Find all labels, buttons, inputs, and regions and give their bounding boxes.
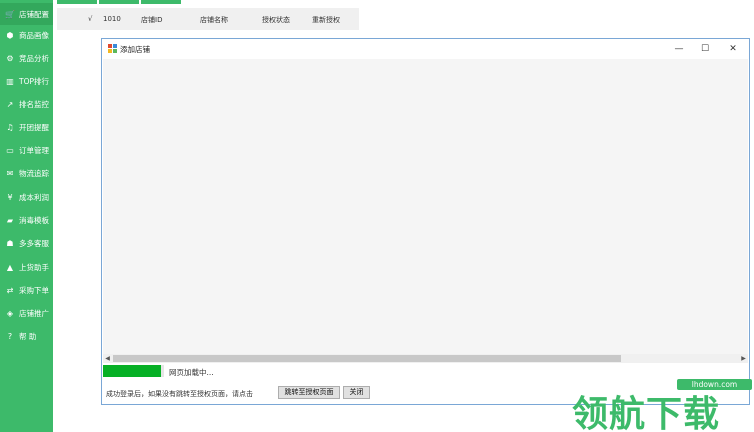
column-auth-status[interactable]: 授权状态 — [262, 15, 290, 25]
cart-icon: 🛒 — [5, 9, 15, 19]
users-icon: ☗ — [6, 238, 14, 248]
sidebar-item-14[interactable]: ◈ 店铺推广 — [0, 302, 53, 324]
sidebar: 🛒 店铺配置 ⬢ 商品画像 ⚙ 竞品分析 ▥ TOP排行 ↗ 排名监控 ♫ 开团提醒 ▭ 订单管理 ✉ 物流追… — [0, 0, 53, 432]
transfer-icon: ⇄ — [6, 285, 14, 295]
sidebar-item-8[interactable]: ✉ 物流追踪 — [0, 162, 53, 184]
web-content-area[interactable] — [103, 59, 748, 354]
bell-icon: ♫ — [6, 122, 14, 132]
help-icon: ? — [7, 331, 13, 341]
sidebar-item-15[interactable]: ? 帮 助 — [0, 325, 53, 347]
sidebar-item-7[interactable]: ▭ 订单管理 — [0, 139, 53, 161]
sidebar-item-label: 成本利润 — [19, 192, 49, 202]
sidebar-item-10[interactable]: ▰ 消毒模板 — [0, 209, 53, 231]
sidebar-item-4[interactable]: ▥ TOP排行 — [0, 70, 53, 92]
sidebar-item-label: 物流追踪 — [19, 168, 49, 178]
dialog-title: 添加店铺 — [120, 45, 150, 54]
app-window: 🛒 店铺配置 ⬢ 商品画像 ⚙ 竞品分析 ▥ TOP排行 ↗ 排名监控 ♫ 开团提醒 ▭ 订单管理 ✉ 物流追… — [0, 0, 754, 432]
sidebar-item-label: 上货助手 — [19, 262, 49, 272]
sidebar-item-9[interactable]: ¥ 成本利润 — [0, 186, 53, 208]
maximize-button[interactable]: ☐ — [698, 42, 712, 56]
sidebar-item-label: 订单管理 — [19, 145, 49, 155]
sidebar-item-label: 店铺配置 — [19, 9, 49, 19]
top-tab-3[interactable] — [141, 0, 181, 4]
top-tab-1[interactable] — [57, 0, 97, 4]
jump-to-auth-button[interactable]: 跳转至授权页面 — [278, 386, 340, 399]
sidebar-item-11[interactable]: ☗ 多多客服 — [0, 232, 53, 254]
box-icon: ⬢ — [6, 30, 14, 40]
top-tab-2[interactable] — [99, 0, 139, 4]
mail-icon: ✉ — [6, 168, 14, 178]
sidebar-item-label: 多多客服 — [19, 238, 49, 248]
close-window-button[interactable]: ✕ — [726, 42, 740, 56]
scroll-left-icon[interactable]: ◀ — [103, 354, 112, 363]
sidebar-item-label: 排名监控 — [19, 99, 49, 109]
column-shop-id[interactable]: 店铺ID — [141, 15, 162, 25]
sidebar-item-label: TOP排行 — [19, 76, 50, 86]
sidebar-item-12[interactable]: ▲ 上货助手 — [0, 256, 53, 278]
sidebar-item-label: 竞品分析 — [19, 53, 49, 63]
book-icon: ▰ — [6, 215, 14, 225]
column-shop-name[interactable]: 店铺名称 — [200, 15, 228, 25]
folder-icon: ▭ — [6, 145, 14, 155]
sidebar-item-5[interactable]: ↗ 排名监控 — [0, 93, 53, 115]
horizontal-scrollbar[interactable]: ◀ ▶ — [103, 354, 748, 363]
sidebar-item-6[interactable]: ♫ 开团提醒 — [0, 116, 53, 138]
sidebar-item-label: 采购下单 — [19, 285, 49, 295]
close-button[interactable]: 关闭 — [343, 386, 370, 399]
sidebar-item-1[interactable]: 🛒 店铺配置 — [0, 3, 53, 25]
app-icon — [108, 44, 117, 53]
login-hint: 成功登录后，如果没有跳转至授权页面，请点击 — [106, 390, 253, 398]
sidebar-item-label: 开团提醒 — [19, 122, 49, 132]
trend-icon: ↗ — [6, 99, 14, 109]
row-number: 1010 — [103, 15, 121, 23]
add-shop-dialog: 添加店铺 — ☐ ✕ ◀ ▶ 网页加载中... 成功登录后，如果没有跳转至授权页… — [101, 38, 750, 405]
progress-fill — [103, 365, 161, 377]
sidebar-item-label: 店铺推广 — [19, 308, 49, 318]
minimize-button[interactable]: — — [672, 42, 686, 56]
sidebar-item-label: 帮 助 — [19, 331, 37, 341]
watermark-logo: 领航下载 — [572, 393, 721, 432]
yen-icon: ¥ — [7, 192, 13, 202]
scrollbar-thumb[interactable] — [113, 355, 621, 362]
sidebar-item-label: 消毒模板 — [19, 215, 49, 225]
sidebar-item-13[interactable]: ⇄ 采购下单 — [0, 279, 53, 301]
scroll-right-icon[interactable]: ▶ — [739, 354, 748, 363]
row-check-mark[interactable]: √ — [88, 15, 92, 23]
bar-chart-icon: ▥ — [6, 76, 14, 86]
loading-progress-bar — [103, 365, 164, 377]
sidebar-item-3[interactable]: ⚙ 竞品分析 — [0, 47, 53, 69]
dialog-titlebar[interactable]: 添加店铺 — ☐ ✕ — [102, 39, 749, 59]
loading-status: 网页加载中... — [169, 368, 214, 377]
sidebar-item-label: 商品画像 — [19, 30, 49, 40]
column-reauth[interactable]: 重新授权 — [312, 15, 340, 25]
car-icon: ▲ — [6, 262, 14, 272]
analysis-icon: ⚙ — [6, 53, 14, 63]
car2-icon: ◈ — [6, 308, 14, 318]
sidebar-item-2[interactable]: ⬢ 商品画像 — [0, 24, 53, 46]
shop-table-header: √ 1010 店铺ID 店铺名称 授权状态 重新授权 — [57, 8, 359, 30]
